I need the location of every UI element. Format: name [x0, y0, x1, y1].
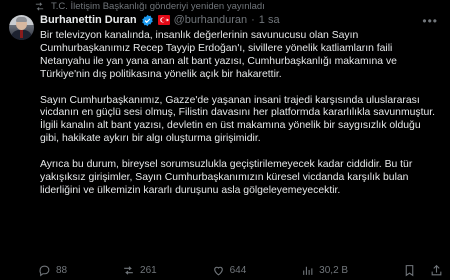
avatar[interactable]	[9, 15, 34, 40]
more-options-icon[interactable]: •••	[422, 14, 438, 28]
bookmark-icon[interactable]	[403, 264, 416, 277]
post-paragraph: Ayrıca bu durum, bireysel sorumsuzlukla …	[40, 159, 413, 196]
action-bar: 88 261 644 30,2 B	[38, 262, 443, 278]
verified-badge-icon	[141, 14, 153, 26]
turkish-flag-icon	[157, 15, 170, 25]
like-button[interactable]: 644	[212, 264, 247, 277]
author-handle[interactable]: @burhanduran	[174, 14, 248, 26]
separator: ·	[251, 14, 255, 26]
views-count: 30,2 B	[319, 264, 349, 276]
reply-button[interactable]: 88	[38, 264, 67, 277]
views-icon	[303, 266, 313, 275]
author-name[interactable]: Burhanettin Duran	[40, 14, 137, 26]
like-count: 644	[229, 264, 247, 276]
post-body: Bir televizyon kanalında, insanlık değer…	[40, 30, 440, 211]
share-icon[interactable]	[430, 264, 443, 277]
repost-text: T.C. İletişim Başkanlığı gönderiyi yenid…	[51, 0, 265, 12]
secondary-actions	[403, 264, 443, 277]
repost-button[interactable]: 261	[122, 264, 157, 277]
views-button[interactable]: 30,2 B	[301, 264, 348, 277]
reply-count: 88	[56, 264, 68, 276]
post-paragraph: Sayın Cumhurbaşkanımız, Gazze'de yaşanan…	[40, 94, 436, 145]
repost-icon	[124, 265, 133, 275]
post-header: Burhanettin Duran @burhanduran · 1 sa	[40, 13, 280, 27]
repost-count: 261	[140, 264, 157, 276]
post-paragraph: Bir televizyon kanalında, insanlık değer…	[40, 30, 397, 80]
reply-icon	[39, 265, 50, 276]
post-time[interactable]: 1 sa	[259, 14, 280, 26]
repost-icon	[35, 2, 44, 10]
repost-indicator[interactable]: T.C. İletişim Başkanlığı gönderiyi yenid…	[34, 0, 265, 12]
heart-icon	[213, 266, 223, 275]
